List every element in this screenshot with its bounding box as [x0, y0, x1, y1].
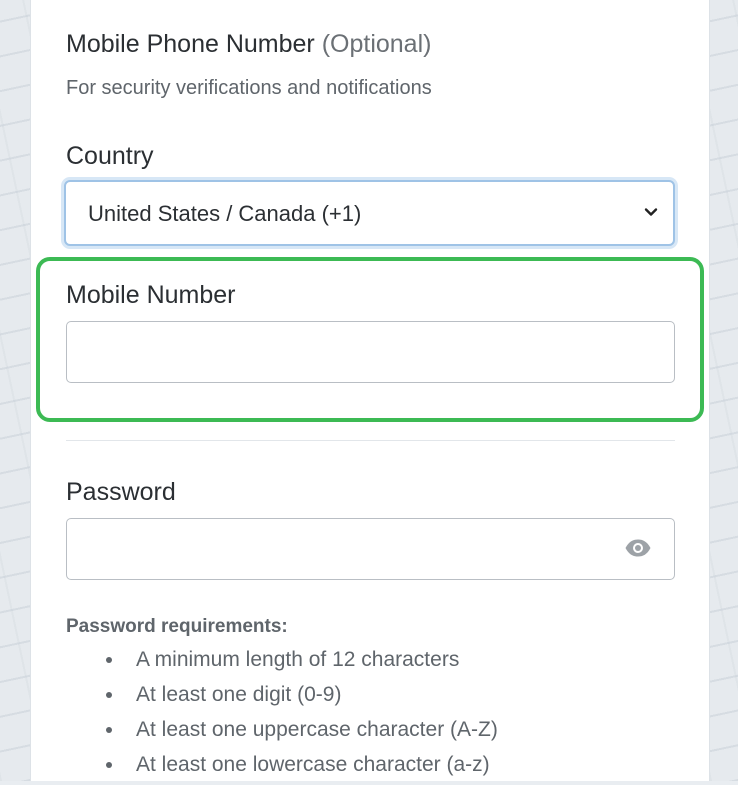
requirement-item: At least one lowercase character (a-z) — [66, 750, 666, 785]
section-divider — [66, 440, 675, 441]
requirement-text: At least one digit (0-9) — [136, 683, 342, 706]
requirement-item: A minimum length of 12 characters — [66, 645, 666, 680]
country-select-value: United States / Canada (+1) — [88, 201, 362, 226]
password-requirements-list: A minimum length of 12 characters At lea… — [66, 645, 666, 785]
password-requirements-title: Password requirements: — [66, 616, 288, 637]
password-label: Password — [66, 478, 176, 506]
bullet-icon — [106, 762, 112, 768]
requirement-text: A minimum length of 12 characters — [136, 648, 460, 671]
country-label: Country — [66, 142, 154, 170]
eye-icon[interactable] — [624, 538, 652, 558]
bullet-icon — [106, 727, 112, 733]
requirement-item: At least one uppercase character (A-Z) — [66, 715, 666, 750]
mobile-number-input[interactable] — [66, 321, 675, 383]
background-pattern-left — [0, 0, 30, 781]
country-select[interactable]: United States / Canada (+1) — [64, 180, 675, 246]
optional-tag: (Optional) — [321, 30, 432, 58]
requirement-item: At least one digit (0-9) — [66, 680, 666, 715]
password-input[interactable] — [66, 518, 675, 580]
requirement-text: At least one uppercase character (A-Z) — [136, 718, 498, 741]
phone-section-title-text: Mobile Phone Number — [66, 30, 315, 58]
phone-section-title: Mobile Phone Number (Optional) — [66, 30, 431, 59]
background-pattern-right — [710, 0, 738, 781]
mobile-number-label: Mobile Number — [66, 281, 236, 309]
requirement-text: At least one lowercase character (a-z) — [136, 753, 490, 776]
bullet-icon — [106, 657, 112, 663]
registration-form-card: Mobile Phone Number (Optional) For secur… — [30, 0, 710, 781]
phone-section-subtitle: For security verifications and notificat… — [66, 77, 432, 99]
chevron-down-icon — [644, 208, 658, 216]
bullet-icon — [106, 692, 112, 698]
